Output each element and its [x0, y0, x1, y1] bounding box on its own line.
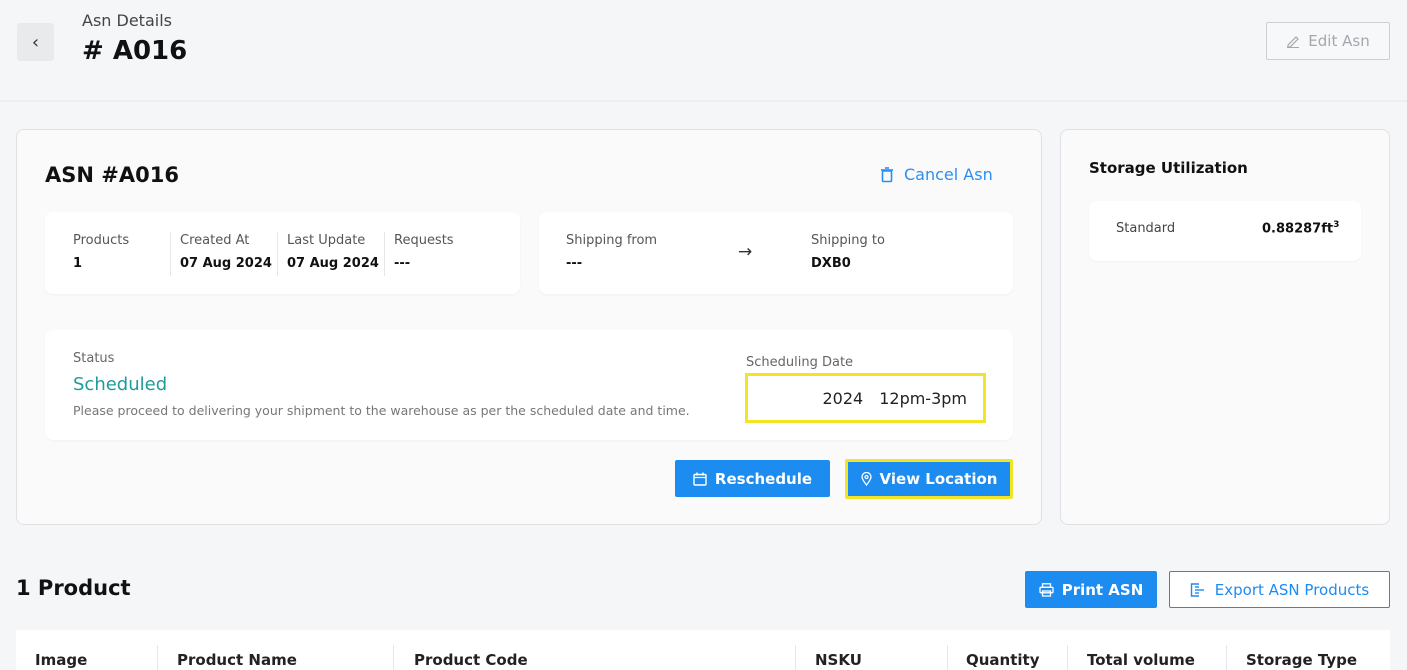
view-location-label: View Location [879, 470, 998, 488]
export-icon [1190, 582, 1204, 597]
storage-value-number: 0.88287ft [1262, 221, 1334, 237]
arrow-right-icon: → [738, 242, 753, 262]
products-value: 1 [73, 256, 83, 271]
products-title: 1 Product [16, 576, 131, 600]
shipping-to-label: Shipping to [811, 233, 885, 248]
page-header: ‹ Asn Details # A016 Edit Asn [0, 0, 1407, 100]
page-subtitle: Asn Details [82, 11, 172, 30]
column-header-image[interactable]: Image [35, 651, 87, 669]
export-asn-products-button[interactable]: Export ASN Products [1169, 571, 1390, 608]
info-divider [384, 232, 385, 276]
column-header-quantity[interactable]: Quantity [966, 651, 1040, 669]
cancel-asn-button[interactable]: Cancel Asn [880, 165, 993, 184]
print-asn-button[interactable]: Print ASN [1025, 571, 1157, 608]
export-asn-products-label: Export ASN Products [1214, 580, 1370, 599]
scheduling-date-value: 2024 12pm-3pm [745, 373, 986, 423]
status-value: Scheduled [73, 374, 168, 395]
back-button[interactable]: ‹ [17, 23, 54, 61]
created-label: Created At [180, 233, 250, 248]
edit-asn-button[interactable]: Edit Asn [1266, 22, 1390, 60]
column-divider [947, 645, 948, 670]
column-divider [157, 645, 158, 670]
printer-icon [1039, 582, 1054, 597]
page-title: # A016 [82, 36, 188, 66]
column-divider [393, 645, 394, 670]
shipping-panel [539, 212, 1013, 294]
scheduling-year: 2024 [822, 388, 864, 408]
requests-value: --- [394, 256, 411, 271]
column-header-total-volume[interactable]: Total volume [1087, 651, 1195, 669]
asn-title: ASN #A016 [45, 163, 179, 187]
info-divider [277, 232, 278, 276]
scheduling-time: 12pm-3pm [879, 388, 967, 408]
view-location-button[interactable]: View Location [845, 459, 1013, 499]
storage-type-label: Standard [1116, 221, 1176, 236]
storage-card [1060, 129, 1390, 525]
status-label: Status [73, 351, 115, 366]
storage-unit-superscript: 3 [1333, 220, 1340, 230]
column-divider [1226, 645, 1227, 670]
shipping-from-value: --- [566, 256, 583, 271]
calendar-icon [693, 472, 707, 486]
storage-value: 0.88287ft3 [1262, 220, 1339, 236]
products-label: Products [73, 233, 130, 248]
updated-label: Last Update [287, 233, 366, 248]
scheduling-date-label: Scheduling Date [746, 355, 854, 370]
trash-icon [881, 166, 893, 182]
asn-info-panel [45, 212, 520, 294]
column-header-product-code[interactable]: Product Code [414, 651, 528, 669]
shipping-from-label: Shipping from [566, 233, 658, 248]
created-value: 07 Aug 2024 [180, 256, 272, 271]
edit-asn-label: Edit Asn [1308, 32, 1370, 50]
header-divider [0, 100, 1407, 102]
requests-label: Requests [394, 233, 454, 248]
reschedule-button[interactable]: Reschedule [675, 460, 830, 497]
column-divider [795, 645, 796, 670]
info-divider [170, 232, 171, 276]
cancel-asn-label: Cancel Asn [904, 165, 993, 184]
column-header-nsku[interactable]: NSKU [815, 651, 862, 669]
updated-value: 07 Aug 2024 [287, 256, 379, 271]
map-pin-icon [860, 472, 872, 486]
column-divider [1067, 645, 1068, 670]
column-header-storage-type[interactable]: Storage Type [1246, 651, 1357, 669]
shipping-to-value: DXB0 [811, 256, 851, 271]
reschedule-label: Reschedule [714, 469, 813, 488]
storage-title: Storage Utilization [1089, 159, 1248, 177]
chevron-left-icon: ‹ [31, 31, 40, 53]
print-asn-label: Print ASN [1061, 580, 1144, 599]
status-message: Please proceed to delivering your shipme… [73, 403, 690, 418]
pencil-icon [1287, 36, 1300, 48]
column-header-product-name[interactable]: Product Name [177, 651, 297, 669]
